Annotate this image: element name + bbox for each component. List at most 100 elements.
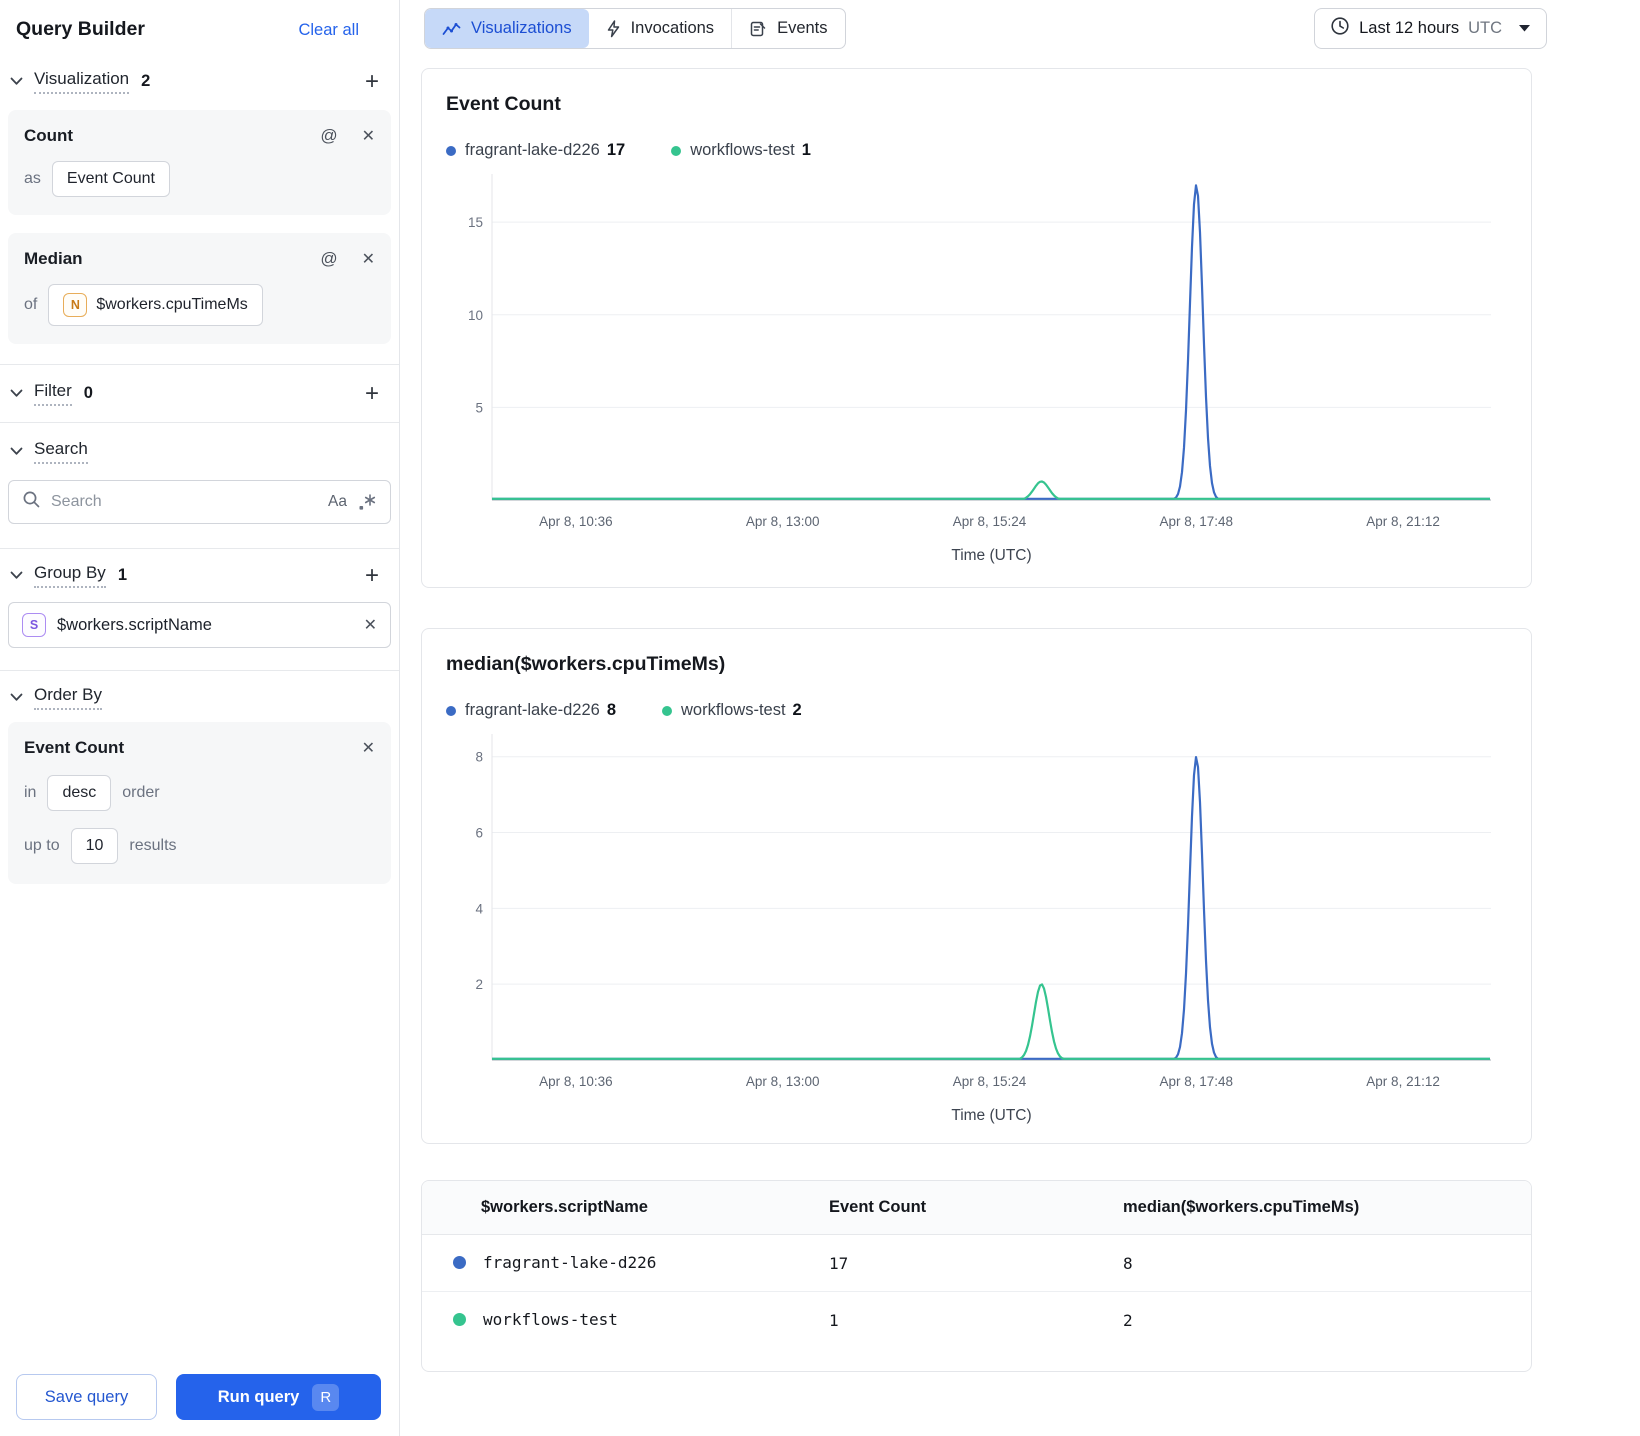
case-sensitive-icon[interactable]: Aa	[328, 493, 347, 511]
tab-visualizations[interactable]: Visualizations	[425, 9, 589, 48]
chevron-down-icon[interactable]	[10, 77, 23, 86]
sidebar-footer: Save query Run query R	[16, 1374, 383, 1420]
svg-text:4: 4	[475, 901, 483, 916]
visualization-label: Visualization	[34, 69, 130, 94]
svg-text:10: 10	[468, 308, 483, 323]
median-cpu-chart-card: median($workers.cpuTimeMs) fragrant-lake…	[421, 628, 1532, 1144]
save-query-button[interactable]: Save query	[16, 1374, 157, 1420]
script-name: workflows-test	[483, 1310, 618, 1329]
chart-legend: fragrant-lake-d226 8 workflows-test 2	[446, 701, 1507, 720]
svg-text:Apr 8, 21:12: Apr 8, 21:12	[1366, 514, 1440, 529]
search-label: Search	[34, 439, 88, 464]
field-chip[interactable]: N $workers.cpuTimeMs	[48, 284, 263, 326]
svg-text:15: 15	[468, 215, 483, 230]
alias-chip[interactable]: Event Count	[51, 161, 170, 197]
group-by-count: 1	[117, 566, 127, 584]
table-row[interactable]: fragrant-lake-d226 17 8	[422, 1234, 1531, 1292]
event-count-value: 17	[829, 1234, 1123, 1292]
close-icon[interactable]: ✕	[364, 615, 377, 635]
median-cpu-line-chart[interactable]: 2 4 6 8 Apr 8, 10:36 Apr 8, 13:00 Apr 8, 15:24…	[446, 722, 1507, 1137]
close-icon[interactable]: ✕	[362, 126, 375, 146]
svg-text:Apr 8, 10:36: Apr 8, 10:36	[539, 1074, 613, 1089]
legend-dot	[671, 145, 682, 156]
sort-direction-chip[interactable]: desc	[47, 775, 112, 811]
legend-item[interactable]: fragrant-lake-d226 17	[446, 141, 625, 160]
search-input[interactable]	[51, 493, 319, 511]
order-by-field: Event Count	[24, 738, 125, 757]
svg-text:Apr 8, 15:24: Apr 8, 15:24	[953, 514, 1027, 529]
svg-text:2: 2	[475, 977, 483, 992]
event-count-value: 1	[829, 1310, 839, 1330]
visualization-card-count: Count @ ✕ as Event Count	[8, 110, 391, 215]
legend-series-value: 1	[801, 141, 811, 159]
tab-label: Visualizations	[471, 19, 572, 37]
order-by-label: Order By	[34, 685, 103, 710]
column-header: Event Count	[829, 1181, 1123, 1235]
chevron-down-icon[interactable]	[10, 389, 23, 398]
order-by-section-header: Order By	[10, 685, 379, 710]
tab-events[interactable]: Events	[731, 9, 844, 48]
svg-text:Apr 8, 17:48: Apr 8, 17:48	[1160, 1074, 1234, 1089]
chevron-down-icon[interactable]	[10, 693, 23, 702]
svg-text:Apr 8, 13:00: Apr 8, 13:00	[746, 1074, 820, 1089]
search-field: Aa	[8, 480, 391, 524]
series-color-dot	[453, 1256, 466, 1269]
time-range-value: Last 12 hours	[1359, 19, 1460, 37]
legend-item[interactable]: fragrant-lake-d226 8	[446, 701, 616, 720]
svg-text:Apr 8, 10:36: Apr 8, 10:36	[539, 514, 613, 529]
close-icon[interactable]: ✕	[362, 249, 375, 269]
of-label: of	[24, 296, 38, 313]
results-table: $workers.scriptName Event Count median($…	[422, 1181, 1531, 1348]
view-tabs: Visualizations Invocations Events	[424, 8, 846, 49]
aggregation-title: Median	[24, 249, 83, 268]
svg-text:8: 8	[475, 750, 483, 765]
query-builder-panel: Query Builder Clear all Visualization 2 …	[0, 0, 400, 1436]
chart-legend: fragrant-lake-d226 17 workflows-test 1	[446, 141, 1507, 160]
divider	[0, 422, 399, 423]
chart-title: median($workers.cpuTimeMs)	[446, 653, 726, 675]
legend-series-name: fragrant-lake-d226	[465, 701, 600, 719]
legend-series-name: workflows-test	[690, 141, 795, 159]
legend-series-name: fragrant-lake-d226	[465, 141, 600, 159]
at-icon[interactable]: @	[320, 126, 337, 146]
run-query-label: Run query	[217, 1387, 300, 1406]
legend-item[interactable]: workflows-test 1	[671, 141, 811, 160]
main-content: Visualizations Invocations Events Last 1…	[401, 0, 1640, 1436]
lightning-icon	[606, 19, 621, 38]
script-name: fragrant-lake-d226	[483, 1253, 657, 1272]
filter-section-header: Filter 0 +	[10, 381, 379, 406]
series-color-dot	[453, 1313, 466, 1326]
limit-chip[interactable]: 10	[70, 828, 119, 864]
tab-invocations[interactable]: Invocations	[589, 9, 731, 48]
median-value: 8	[1123, 1234, 1531, 1292]
event-count-line-chart[interactable]: 5 10 15 Apr 8, 10:36 Apr 8, 13:00 Apr 8, 15:2…	[446, 162, 1507, 577]
at-icon[interactable]: @	[320, 249, 337, 269]
add-filter-button[interactable]: +	[365, 381, 379, 405]
clear-all-link[interactable]: Clear all	[298, 21, 359, 40]
tab-label: Events	[777, 19, 828, 37]
filter-label: Filter	[34, 381, 72, 406]
legend-series-value: 17	[606, 141, 626, 159]
legend-item[interactable]: workflows-test 2	[662, 701, 802, 720]
add-visualization-button[interactable]: +	[365, 69, 379, 93]
divider	[0, 670, 399, 671]
column-header: $workers.scriptName	[422, 1181, 829, 1235]
regex-icon[interactable]	[357, 493, 377, 512]
time-range-selector[interactable]: Last 12 hours UTC	[1314, 8, 1547, 49]
close-icon[interactable]: ✕	[362, 738, 375, 758]
order-by-card: Event Count ✕ in desc order up to 10 res…	[8, 722, 391, 884]
filter-count: 0	[83, 384, 93, 402]
legend-series-name: workflows-test	[681, 701, 786, 719]
table-row[interactable]: workflows-test 1 2	[422, 1292, 1531, 1349]
clock-icon	[1330, 16, 1350, 41]
svg-text:Apr 8, 13:00: Apr 8, 13:00	[746, 514, 820, 529]
chevron-down-icon[interactable]	[10, 447, 23, 456]
add-group-by-button[interactable]: +	[365, 563, 379, 587]
divider	[0, 364, 399, 365]
legend-dot	[446, 705, 456, 716]
run-query-button[interactable]: Run query R	[176, 1374, 381, 1420]
chevron-down-icon[interactable]	[10, 571, 23, 580]
up-to-label: up to	[24, 837, 60, 854]
group-by-field-name: $workers.scriptName	[57, 615, 212, 634]
group-by-chip[interactable]: S $workers.scriptName ✕	[8, 602, 391, 648]
